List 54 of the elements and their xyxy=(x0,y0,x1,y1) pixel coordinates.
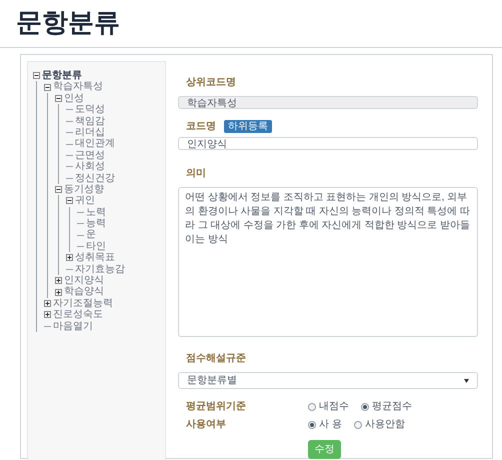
radio-label: 사 용 xyxy=(319,418,342,432)
expand-icon[interactable] xyxy=(55,288,62,296)
radio-label: 평균점수 xyxy=(372,400,412,414)
collapse-icon[interactable] xyxy=(55,186,62,194)
edit-button[interactable]: 수정 xyxy=(308,440,341,459)
expand-icon[interactable] xyxy=(44,300,51,307)
field-label: 점수해설규준 xyxy=(186,353,246,364)
select-field[interactable]: 문항분류별 xyxy=(178,372,478,389)
tree-item[interactable]: 책임감 xyxy=(75,116,105,127)
tree-item[interactable]: 자기효능감 xyxy=(75,264,125,276)
tree-item[interactable]: 문항분류 xyxy=(42,70,82,82)
collapse-icon[interactable] xyxy=(55,94,62,102)
tree-item[interactable]: 타인 xyxy=(86,240,106,252)
tree-item[interactable]: 노력 xyxy=(86,206,106,218)
tree-item[interactable]: 운 xyxy=(86,229,96,241)
tree-item[interactable]: 능력 xyxy=(86,218,106,230)
tree-item[interactable]: 동기성향 xyxy=(64,184,104,196)
field-label: 상위코드명 xyxy=(186,77,236,88)
expand-icon[interactable] xyxy=(44,311,51,318)
tree-item[interactable]: 학습자특성 xyxy=(53,81,103,93)
expand-icon[interactable] xyxy=(55,277,62,284)
radio-button[interactable] xyxy=(361,402,369,410)
radio-label: 내점수 xyxy=(319,400,349,414)
collapse-icon[interactable] xyxy=(33,72,40,80)
input-field[interactable]: 인지양식 xyxy=(178,137,478,150)
tree-item[interactable]: 정신건강 xyxy=(75,172,115,184)
tree-item[interactable]: 도덕성 xyxy=(75,104,105,116)
tree-item[interactable]: 대인관계 xyxy=(75,138,115,150)
sub-register-button[interactable]: 하위등록 xyxy=(224,120,272,133)
expand-icon[interactable] xyxy=(66,254,73,262)
tree-item[interactable]: 진로성숙도 xyxy=(53,309,103,321)
field-label: 코드명 xyxy=(186,120,216,134)
tree-item[interactable]: 학습양식 xyxy=(64,286,104,298)
radio-label: 사용안함 xyxy=(364,418,405,432)
tree-item[interactable]: 사회성 xyxy=(75,161,105,173)
tree-item[interactable]: 귀인 xyxy=(75,195,95,207)
radio-button[interactable] xyxy=(308,420,316,428)
textarea-field[interactable]: 어떤 상황에서 정보를 조직하고 표현하는 개인의 방식으로, 외부의 환경이나 사물을 지각할 때 자신의 능력이나 정의적 특성에 따라 그 대상에 수정을 가한 후에 자신에게 적합한 방식으로 받아들이는 방식 xyxy=(178,187,478,337)
tree-item[interactable]: 자기조절능력 xyxy=(53,298,113,310)
tree-item[interactable]: 성취목표 xyxy=(75,252,115,264)
tree-item[interactable]: 리더십 xyxy=(75,126,105,138)
tree-item[interactable]: 인성 xyxy=(64,92,84,104)
tree-item[interactable]: 인지양식 xyxy=(64,275,104,286)
field-label: 평균범위기준 xyxy=(186,400,247,414)
radio-button[interactable] xyxy=(354,420,362,428)
collapse-icon[interactable] xyxy=(66,197,73,204)
field-label: 사용여부 xyxy=(186,418,227,432)
radio-button[interactable] xyxy=(308,402,316,410)
page-title: 문항분류 xyxy=(16,7,120,40)
collapse-icon[interactable] xyxy=(44,84,51,91)
field-label: 의미 xyxy=(186,168,206,179)
caret-icon xyxy=(464,378,469,382)
tree-item[interactable]: 근면성 xyxy=(75,150,105,162)
tree-item[interactable]: 마음열기 xyxy=(53,320,93,332)
